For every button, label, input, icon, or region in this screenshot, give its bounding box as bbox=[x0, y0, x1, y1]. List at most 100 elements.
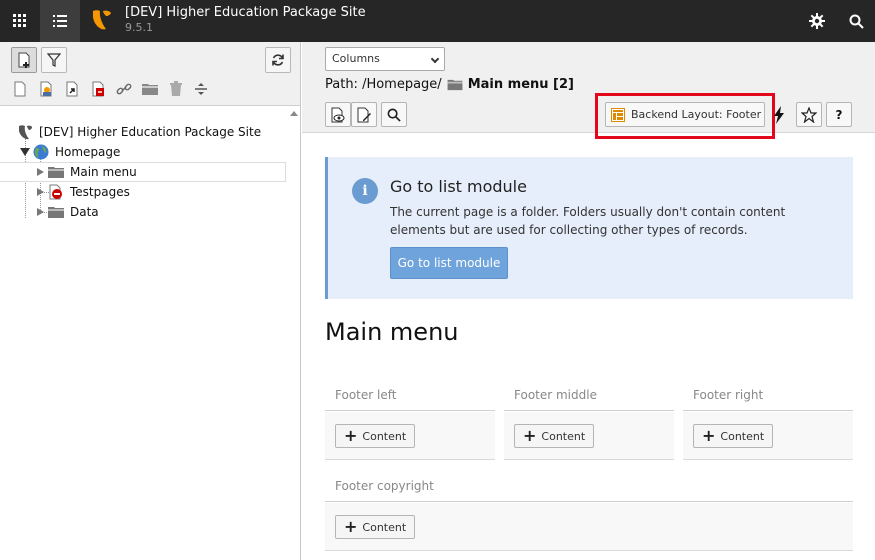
module-docheader: Columns Path: /Homepage/ Main menu [2] B… bbox=[302, 42, 875, 139]
column-title: Footer left bbox=[325, 381, 495, 411]
lightning-icon bbox=[774, 105, 784, 124]
search-page-button[interactable] bbox=[381, 102, 407, 127]
add-content-label: Content bbox=[541, 429, 586, 443]
plus-icon: + bbox=[344, 517, 358, 536]
plus-icon: + bbox=[344, 426, 358, 445]
trash-icon[interactable] bbox=[168, 81, 184, 97]
page-tree-toggle[interactable] bbox=[40, 0, 80, 42]
column-body: + Content bbox=[325, 503, 853, 551]
add-content-button[interactable]: + Content bbox=[514, 424, 595, 448]
view-page-icon bbox=[331, 107, 345, 122]
tree-item-label: Homepage bbox=[55, 145, 121, 159]
view-page-button[interactable] bbox=[325, 102, 351, 127]
filter-icon bbox=[47, 53, 61, 67]
edit-page-icon bbox=[357, 107, 371, 122]
folder-icon bbox=[48, 167, 64, 178]
highlight-annotation bbox=[595, 93, 775, 139]
path-current: Main menu [2] bbox=[467, 77, 574, 92]
star-icon bbox=[801, 106, 817, 123]
globe-icon bbox=[33, 144, 49, 160]
add-content-button[interactable]: + Content bbox=[335, 424, 416, 448]
column-title: Footer copyright bbox=[325, 472, 853, 502]
top-bar: [DEV] Higher Education Package Site 9.5.… bbox=[0, 0, 875, 42]
expand-toggle-icon[interactable] bbox=[37, 188, 44, 196]
expand-toggle-icon[interactable] bbox=[37, 168, 44, 176]
divider-spacer-icon[interactable] bbox=[193, 81, 209, 97]
typo3-logo-icon bbox=[93, 10, 111, 30]
view-mode-value: Columns bbox=[332, 52, 380, 65]
column-body: + Content bbox=[504, 412, 674, 460]
tree-item-label: Data bbox=[70, 205, 99, 219]
new-page-icon bbox=[18, 52, 30, 68]
tree-item-label: Main menu bbox=[70, 165, 137, 179]
page-shortcut-icon[interactable] bbox=[64, 81, 80, 97]
gear-icon bbox=[809, 13, 825, 29]
bookmark-button[interactable] bbox=[796, 102, 822, 127]
page-external-link-icon[interactable] bbox=[90, 81, 106, 97]
go-to-list-module-button[interactable]: Go to list module bbox=[390, 247, 508, 279]
info-callout: i Go to list module The current page is … bbox=[325, 157, 853, 299]
add-content-label: Content bbox=[362, 429, 407, 443]
help-button[interactable]: ? bbox=[826, 102, 852, 127]
folder-icon bbox=[48, 207, 64, 218]
module-menu-toggle[interactable] bbox=[0, 0, 40, 42]
filter-button[interactable] bbox=[41, 47, 67, 73]
restricted-page-icon bbox=[49, 184, 62, 200]
collapse-toggle-icon[interactable] bbox=[20, 148, 30, 156]
tree-item-main-menu[interactable]: Main menu bbox=[0, 162, 286, 182]
clear-cache-button[interactable] bbox=[769, 102, 789, 127]
expand-toggle-icon[interactable] bbox=[37, 208, 44, 216]
refresh-icon bbox=[272, 54, 284, 66]
link-icon[interactable] bbox=[116, 81, 132, 97]
search-button[interactable] bbox=[836, 0, 875, 42]
grid-icon bbox=[13, 14, 26, 27]
info-icon: i bbox=[352, 178, 378, 204]
search-icon bbox=[387, 108, 401, 122]
path-prefix: Path: /Homepage/ bbox=[325, 77, 442, 92]
help-icon: ? bbox=[835, 107, 843, 122]
page-module: Columns Path: /Homepage/ Main menu [2] B… bbox=[302, 42, 875, 560]
page-tree-toolbar bbox=[0, 42, 300, 106]
search-icon bbox=[849, 14, 864, 29]
callout-text: The current page is a folder. Folders us… bbox=[390, 205, 786, 237]
plus-icon: + bbox=[702, 426, 716, 445]
add-content-label: Content bbox=[362, 520, 407, 534]
tree-item-testpages[interactable]: Testpages bbox=[0, 182, 286, 202]
new-page-button[interactable] bbox=[11, 47, 37, 73]
view-mode-select[interactable]: Columns bbox=[325, 47, 445, 71]
page-tree-panel: [DEV] Higher Education Package Site Home… bbox=[0, 42, 301, 560]
scroll-up-arrow[interactable] bbox=[290, 111, 298, 116]
add-content-button[interactable]: + Content bbox=[693, 424, 774, 448]
tree-item-homepage[interactable]: Homepage bbox=[0, 142, 286, 162]
tree-item-root[interactable]: [DEV] Higher Education Package Site bbox=[0, 122, 286, 142]
folder-icon[interactable] bbox=[141, 81, 159, 97]
breadcrumb: Path: /Homepage/ Main menu [2] bbox=[325, 77, 574, 92]
tree-item-label: Testpages bbox=[70, 185, 130, 199]
folder-icon bbox=[447, 79, 463, 91]
page-standard-icon[interactable] bbox=[12, 81, 28, 97]
page-backend-user-icon[interactable] bbox=[38, 81, 54, 97]
settings-button[interactable] bbox=[797, 0, 837, 42]
column-body: + Content bbox=[325, 412, 495, 460]
plus-icon: + bbox=[523, 426, 537, 445]
column-body: + Content bbox=[683, 412, 853, 460]
column-footer-copyright: Footer copyright + Content bbox=[325, 472, 853, 552]
edit-page-button[interactable] bbox=[351, 102, 377, 127]
tree-item-data[interactable]: Data bbox=[0, 202, 286, 222]
refresh-button[interactable] bbox=[265, 47, 291, 73]
column-footer-right: Footer right + Content bbox=[683, 381, 853, 461]
typo3-site-icon bbox=[19, 125, 32, 140]
add-content-label: Content bbox=[720, 429, 765, 443]
column-title: Footer right bbox=[683, 381, 853, 411]
chevron-down-icon bbox=[430, 54, 440, 64]
column-footer-middle: Footer middle + Content bbox=[504, 381, 674, 461]
add-content-button[interactable]: + Content bbox=[335, 515, 416, 539]
callout-title: Go to list module bbox=[390, 177, 527, 196]
list-icon bbox=[53, 15, 67, 27]
column-title: Footer middle bbox=[504, 381, 674, 411]
column-footer-left: Footer left + Content bbox=[325, 381, 495, 461]
site-version: 9.5.1 bbox=[125, 21, 153, 34]
page-title: Main menu bbox=[325, 318, 459, 346]
tree-item-label: [DEV] Higher Education Package Site bbox=[39, 125, 262, 139]
site-name[interactable]: [DEV] Higher Education Package Site bbox=[125, 5, 366, 20]
